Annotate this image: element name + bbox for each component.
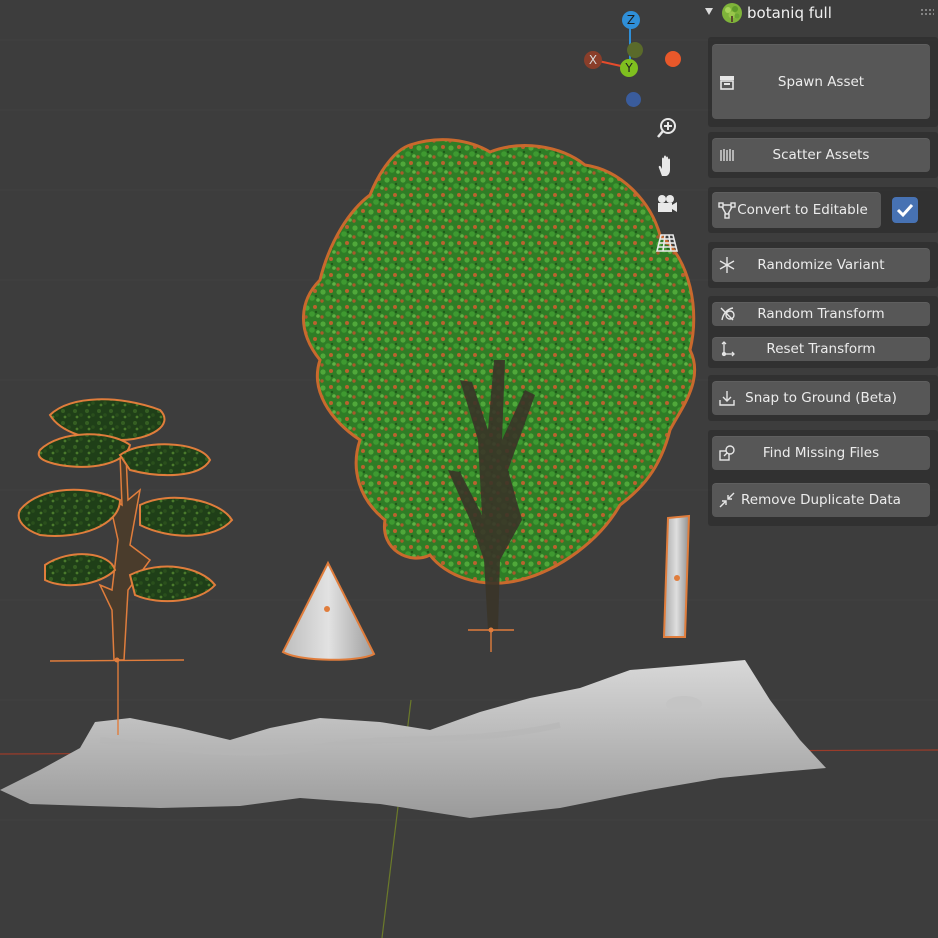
find-files-icon (718, 444, 736, 462)
convert-section: Convert to Editable (708, 187, 938, 233)
random-transform-icon (718, 305, 736, 323)
reset-transform-icon (718, 340, 736, 358)
transform-section: Random Transform Reset Transform (708, 296, 938, 368)
randomize-variant-button[interactable]: Randomize Variant (712, 248, 930, 282)
snap-section: Snap to Ground (Beta) (708, 375, 938, 421)
grid-icon[interactable] (654, 230, 680, 256)
remove-duplicate-data-button[interactable]: Remove Duplicate Data (712, 483, 930, 517)
camera-icon[interactable] (654, 192, 680, 218)
spawn-asset-label: Spawn Asset (777, 73, 865, 90)
checkmark-icon (896, 203, 914, 218)
find-missing-files-button[interactable]: Find Missing Files (712, 436, 930, 470)
convert-to-editable-label: Convert to Editable (737, 202, 868, 218)
spawn-asset-icon (718, 73, 736, 91)
snap-to-ground-icon (718, 389, 736, 407)
random-transform-label: Random Transform (757, 306, 885, 322)
find-missing-files-label: Find Missing Files (762, 445, 880, 461)
reset-transform-button[interactable]: Reset Transform (712, 337, 930, 361)
scatter-icon (718, 146, 736, 164)
panel-header[interactable]: botaniq full (704, 0, 938, 28)
convert-editable-checkbox[interactable] (892, 197, 918, 223)
botaniq-panel: botaniq full Spawn Asset Scatter Assets … (704, 0, 938, 530)
drag-handle-icon[interactable] (920, 8, 934, 16)
zoom-icon[interactable] (654, 115, 680, 141)
utility-section: Find Missing Files Remove Duplicate Data (708, 430, 938, 526)
variant-section: Randomize Variant (708, 242, 938, 288)
gizmo-z-positive[interactable]: Z (622, 11, 640, 29)
collapse-arrow-icon[interactable] (705, 8, 713, 15)
gizmo-z-negative[interactable] (626, 92, 641, 107)
remove-duplicate-data-label: Remove Duplicate Data (741, 492, 901, 508)
gizmo-y-negative[interactable] (627, 42, 643, 58)
random-transform-button[interactable]: Random Transform (712, 302, 930, 326)
scatter-section: Scatter Assets (708, 132, 938, 178)
mesh-vertices-icon (718, 201, 736, 219)
snap-to-ground-label: Snap to Ground (Beta) (745, 390, 897, 406)
gizmo-x-positive[interactable] (665, 51, 681, 67)
reset-transform-label: Reset Transform (766, 341, 876, 357)
scatter-assets-button[interactable]: Scatter Assets (712, 138, 930, 172)
randomize-icon (718, 256, 736, 274)
snap-to-ground-button[interactable]: Snap to Ground (Beta) (712, 381, 930, 415)
spawn-asset-button[interactable]: Spawn Asset (712, 44, 930, 119)
gizmo-x-negative[interactable]: X (584, 51, 602, 69)
botaniq-logo-icon (722, 3, 742, 23)
randomize-variant-label: Randomize Variant (757, 257, 885, 273)
3d-viewport[interactable]: X Z Y botaniq full Spawn Asset Scatter A… (0, 0, 938, 938)
spawn-section: Spawn Asset (708, 37, 938, 127)
gizmo-y-positive[interactable]: Y (620, 59, 638, 77)
panel-title: botaniq full (747, 4, 832, 22)
convert-to-editable-button[interactable]: Convert to Editable (712, 192, 881, 228)
merge-arrows-icon (718, 491, 736, 509)
scatter-assets-label: Scatter Assets (772, 147, 870, 163)
hand-icon[interactable] (654, 153, 680, 179)
